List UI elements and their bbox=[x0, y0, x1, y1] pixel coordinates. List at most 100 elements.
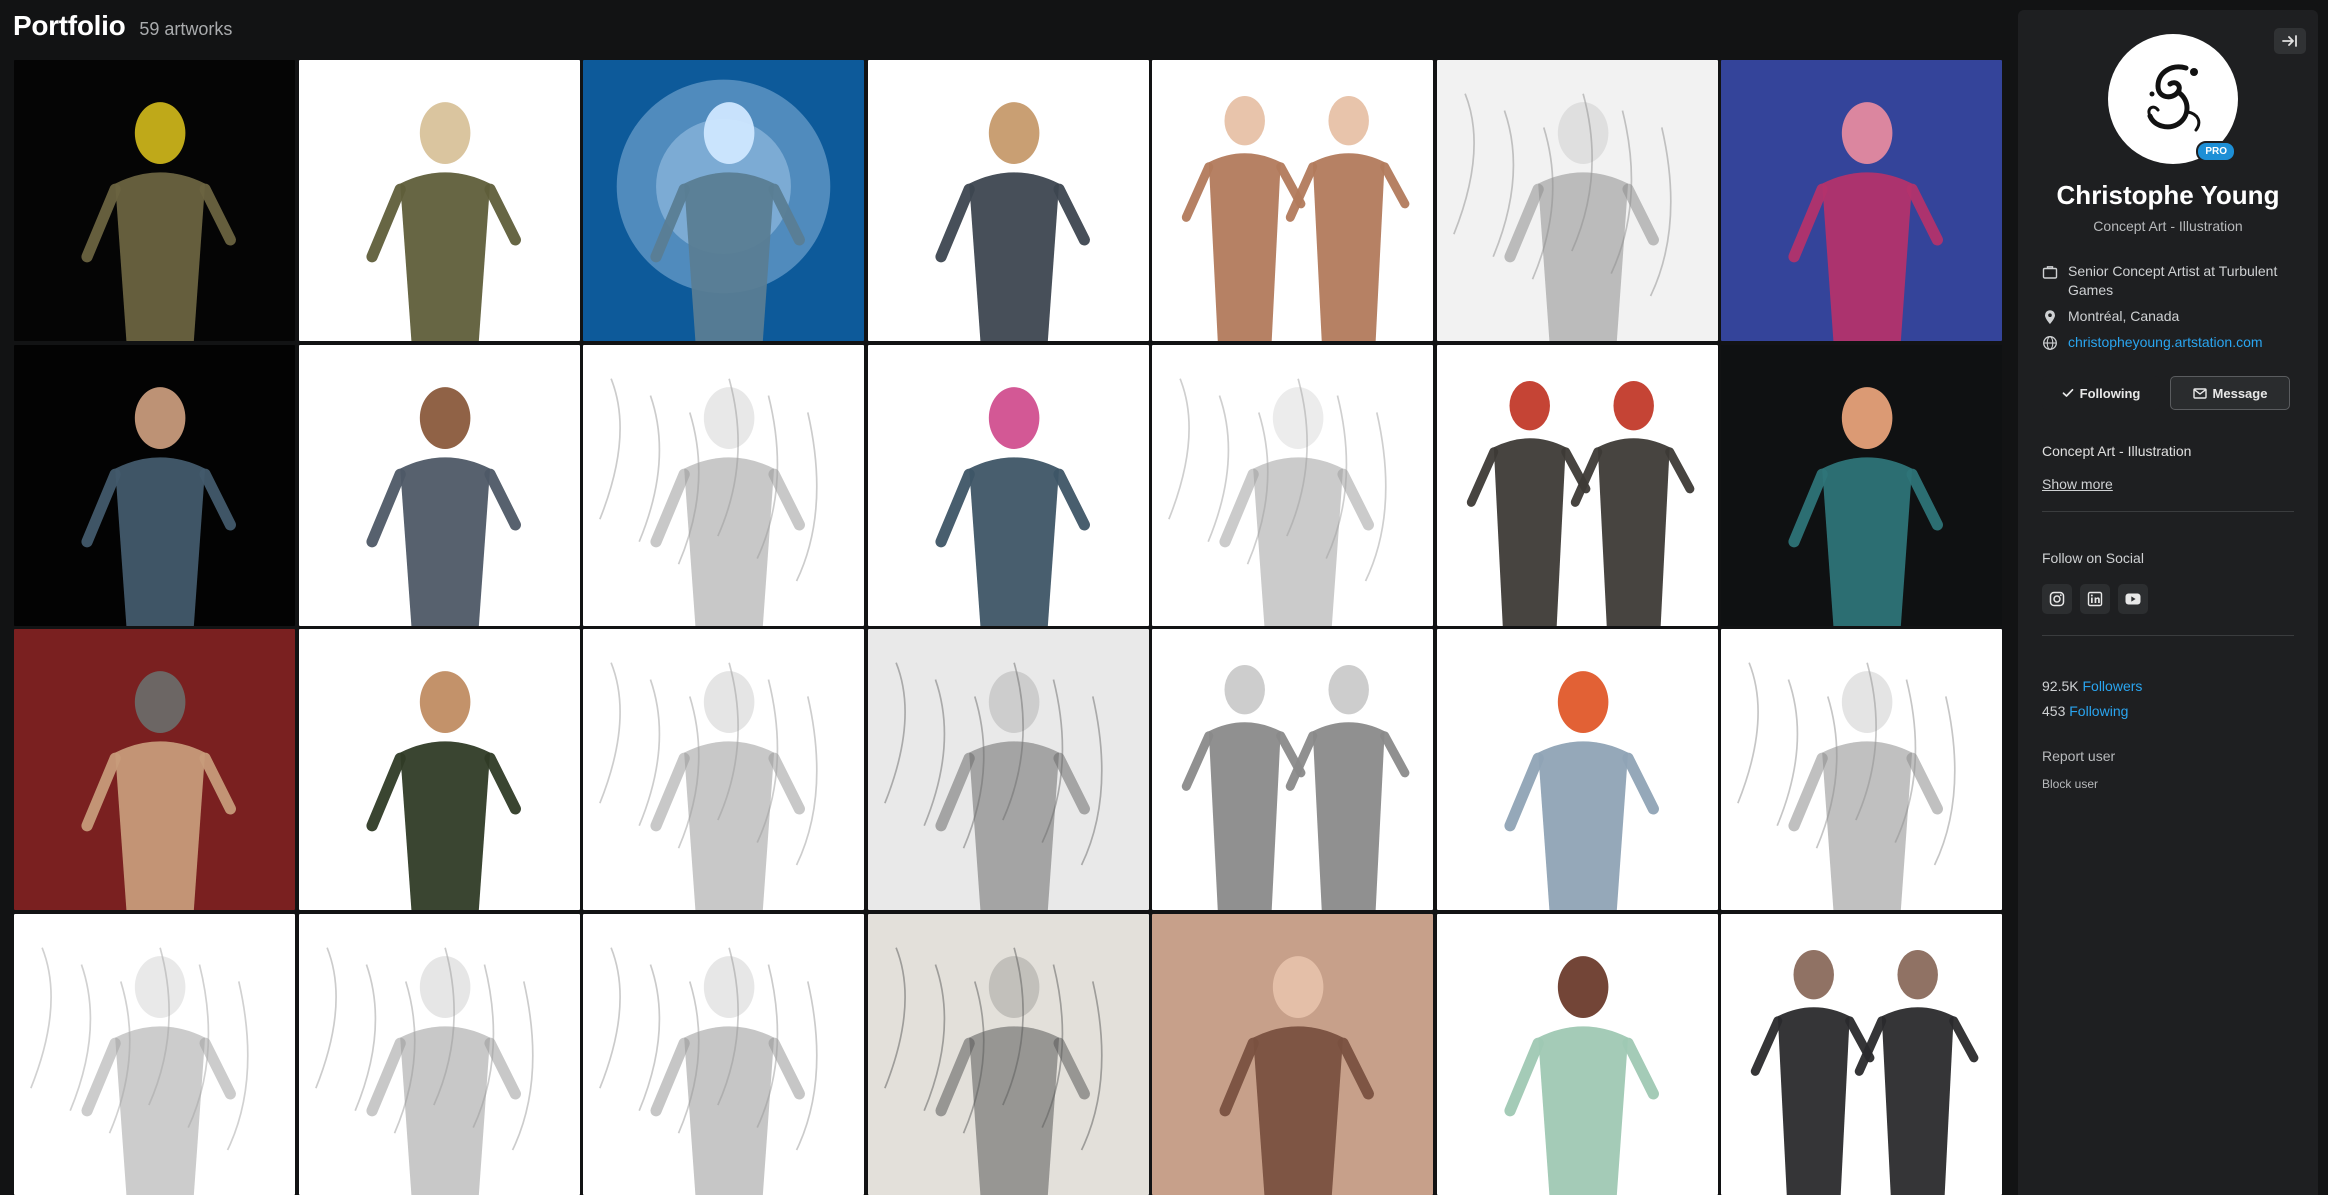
avatar-container[interactable]: PRO bbox=[2108, 34, 2238, 164]
artwork-thumbnail[interactable] bbox=[298, 629, 580, 910]
show-more-link[interactable]: Show more bbox=[2042, 476, 2113, 492]
artwork-thumbnail[interactable] bbox=[14, 344, 295, 626]
artwork-image bbox=[883, 662, 1103, 910]
artwork-image bbox=[1503, 671, 1659, 910]
envelope-icon bbox=[2192, 387, 2207, 399]
artwork-image bbox=[1181, 95, 1410, 341]
artwork-count: 59 artworks bbox=[139, 19, 233, 39]
divider bbox=[2042, 511, 2294, 512]
location-text: Montréal, Canada bbox=[2068, 308, 2180, 324]
follow-on-social-heading: Follow on Social bbox=[2042, 550, 2144, 566]
artwork-thumbnail[interactable] bbox=[867, 629, 1149, 910]
artwork-image bbox=[1466, 380, 1694, 626]
artwork-thumbnail[interactable] bbox=[867, 60, 1149, 341]
artwork-thumbnail[interactable] bbox=[14, 913, 295, 1195]
youtube-button[interactable] bbox=[2118, 584, 2148, 614]
artwork-image bbox=[30, 946, 249, 1195]
artwork-image bbox=[365, 386, 521, 626]
followers-label[interactable]: Followers bbox=[2082, 678, 2142, 694]
message-button[interactable]: Message bbox=[2170, 376, 2290, 410]
following-button-label: Following bbox=[2079, 385, 2141, 401]
artwork-thumbnail[interactable] bbox=[298, 913, 580, 1195]
artwork-image bbox=[1788, 102, 1943, 341]
artwork-thumbnail[interactable] bbox=[14, 60, 295, 341]
artwork-thumbnail[interactable] bbox=[1436, 629, 1718, 910]
artwork-image bbox=[1181, 664, 1410, 910]
profile-actions: Following Message bbox=[2042, 376, 2290, 410]
job-text: Senior Concept Artist at Turbulent Games bbox=[2068, 263, 2278, 298]
artwork-thumbnail[interactable] bbox=[1436, 344, 1718, 626]
following-count: 453 bbox=[2042, 703, 2066, 719]
divider bbox=[2042, 635, 2294, 636]
artwork-thumbnail[interactable] bbox=[583, 629, 864, 910]
artwork-grid bbox=[14, 60, 2014, 1195]
artwork-thumbnail[interactable] bbox=[1436, 913, 1718, 1195]
artwork-image bbox=[1452, 93, 1672, 341]
portfolio-title: Portfolio bbox=[13, 10, 126, 41]
artwork-image bbox=[1737, 662, 1956, 910]
profile-name: Christophe Young bbox=[2056, 180, 2280, 210]
artwork-thumbnail[interactable] bbox=[298, 344, 580, 626]
artwork-thumbnail[interactable] bbox=[1721, 60, 2002, 341]
artwork-image bbox=[599, 377, 818, 626]
collapse-panel-icon bbox=[2282, 35, 2297, 47]
artwork-thumbnail[interactable] bbox=[1152, 344, 1433, 626]
message-button-label: Message bbox=[2212, 385, 2268, 401]
info-location: Montréal, Canada bbox=[2042, 307, 2302, 326]
avatar-logo-mark bbox=[2147, 64, 2201, 132]
followers-count: 92.5K bbox=[2042, 678, 2079, 694]
report-user-link[interactable]: Report user bbox=[2042, 748, 2115, 764]
artwork-thumbnail[interactable] bbox=[1721, 629, 2002, 910]
globe-icon bbox=[2043, 336, 2057, 350]
following-button[interactable]: Following bbox=[2042, 376, 2160, 410]
artwork-image bbox=[934, 386, 1090, 626]
artwork-image bbox=[1168, 377, 1387, 626]
artwork-image bbox=[616, 79, 831, 341]
artwork-image bbox=[365, 102, 521, 341]
artwork-image bbox=[883, 946, 1103, 1195]
artwork-thumbnail[interactable] bbox=[1436, 60, 1718, 341]
artwork-image bbox=[81, 102, 236, 341]
artwork-image bbox=[314, 946, 534, 1195]
linkedin-icon bbox=[2087, 591, 2103, 607]
artwork-image bbox=[365, 671, 521, 910]
artwork-image bbox=[934, 102, 1090, 341]
artwork-image bbox=[1219, 955, 1374, 1195]
artwork-thumbnail[interactable] bbox=[1152, 913, 1433, 1195]
linkedin-button[interactable] bbox=[2080, 584, 2110, 614]
social-links bbox=[2042, 584, 2148, 614]
website-link[interactable]: christopheyoung.artstation.com bbox=[2068, 333, 2263, 352]
info-website: christopheyoung.artstation.com bbox=[2042, 333, 2302, 352]
briefcase-icon bbox=[2042, 266, 2058, 279]
artwork-thumbnail[interactable] bbox=[298, 60, 580, 341]
portfolio-header: Portfolio 59 artworks bbox=[13, 10, 232, 42]
artwork-image bbox=[81, 671, 236, 910]
artwork-image bbox=[1788, 386, 1943, 626]
artwork-thumbnail[interactable] bbox=[1152, 60, 1433, 341]
artwork-image bbox=[81, 386, 236, 626]
artwork-thumbnail[interactable] bbox=[1721, 344, 2002, 626]
artwork-thumbnail[interactable] bbox=[583, 60, 864, 341]
followers-stat[interactable]: 92.5K Followers bbox=[2042, 678, 2142, 694]
collapse-sidebar-button[interactable] bbox=[2274, 28, 2306, 54]
map-pin-icon bbox=[2045, 310, 2055, 324]
artwork-thumbnail[interactable] bbox=[1721, 913, 2002, 1195]
artwork-thumbnail[interactable] bbox=[867, 344, 1149, 626]
following-stat[interactable]: 453 Following bbox=[2042, 703, 2142, 719]
artwork-image bbox=[1503, 955, 1659, 1195]
artwork-thumbnail[interactable] bbox=[867, 913, 1149, 1195]
artwork-thumbnail[interactable] bbox=[14, 629, 295, 910]
artwork-thumbnail[interactable] bbox=[583, 344, 864, 626]
profile-info-list: Senior Concept Artist at Turbulent Games… bbox=[2042, 262, 2302, 359]
about-text: Concept Art - Illustration bbox=[2042, 443, 2192, 459]
info-job: Senior Concept Artist at Turbulent Games bbox=[2042, 262, 2302, 300]
block-user-link[interactable]: Block user bbox=[2042, 777, 2098, 791]
artwork-thumbnail[interactable] bbox=[583, 913, 864, 1195]
profile-sidebar: PRO Christophe Young Concept Art - Illus… bbox=[2018, 10, 2318, 1195]
artist-profile-page: Portfolio 59 artworks PRO Christophe You… bbox=[0, 0, 2328, 1195]
checkmark-icon bbox=[2062, 388, 2074, 397]
following-label[interactable]: Following bbox=[2069, 703, 2128, 719]
profile-stats: 92.5K Followers 453 Following bbox=[2042, 678, 2142, 728]
artwork-thumbnail[interactable] bbox=[1152, 629, 1433, 910]
instagram-button[interactable] bbox=[2042, 584, 2072, 614]
